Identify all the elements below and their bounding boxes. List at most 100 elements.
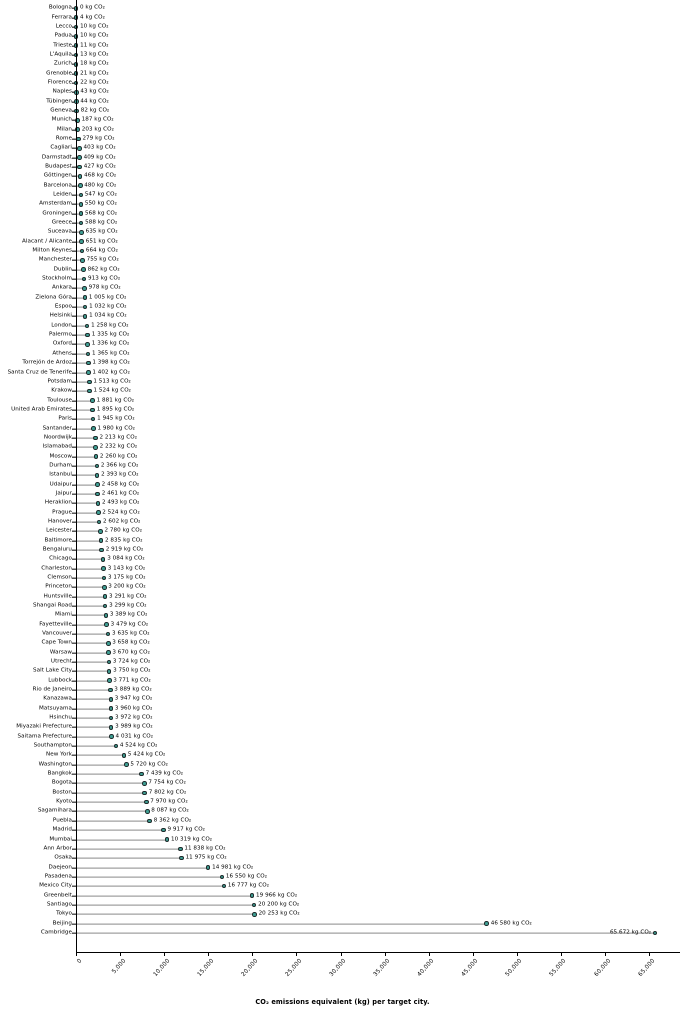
- value-marker-dot[interactable]: [113, 743, 119, 749]
- value-marker-dot[interactable]: [101, 575, 107, 581]
- value-marker-dot[interactable]: [145, 809, 150, 814]
- value-marker-dot[interactable]: [161, 827, 166, 833]
- value-marker-dot[interactable]: [95, 482, 100, 487]
- value-marker-dot[interactable]: [93, 435, 98, 441]
- value-marker-dot[interactable]: [221, 883, 227, 889]
- value-marker-dot[interactable]: [96, 519, 102, 525]
- value-marker-dot[interactable]: [90, 416, 96, 422]
- plot-area: Bologna 0 kg CO₂ Ferrara 4 kg CO₂ Lecco 10 kg…: [0, 0, 685, 950]
- value-marker-dot[interactable]: [102, 594, 108, 599]
- value-marker-dot[interactable]: [106, 678, 112, 684]
- value-marker-dot[interactable]: [93, 444, 98, 450]
- value-marker-dot[interactable]: [252, 911, 257, 917]
- value-marker-dot[interactable]: [85, 342, 91, 347]
- value-marker-dot[interactable]: [79, 239, 85, 245]
- value-label: 3 670 kg CO₂: [112, 649, 150, 656]
- value-marker-dot[interactable]: [82, 286, 87, 291]
- category-label: L'Aquila: [49, 51, 72, 58]
- value-marker-dot[interactable]: [77, 174, 83, 179]
- value-marker-dot[interactable]: [107, 687, 113, 693]
- value-marker-dot[interactable]: [94, 463, 100, 469]
- value-marker-dot[interactable]: [78, 202, 84, 207]
- value-marker-dot[interactable]: [78, 211, 84, 217]
- value-marker-dot[interactable]: [90, 407, 95, 413]
- value-marker-dot[interactable]: [81, 276, 87, 282]
- chart-row: Daejeon 14 981 kg CO₂: [0, 863, 685, 872]
- value-marker-dot[interactable]: [101, 566, 106, 571]
- value-marker-dot[interactable]: [147, 818, 153, 824]
- value-marker-dot[interactable]: [85, 351, 91, 357]
- value-marker-dot[interactable]: [82, 295, 88, 301]
- value-marker-dot[interactable]: [86, 360, 91, 366]
- category-label: Amsterdam: [39, 200, 72, 207]
- x-axis-title: CO₂ emissions equivalent (kg) per target…: [255, 998, 430, 1006]
- value-marker-dot[interactable]: [139, 771, 144, 777]
- value-stem: [76, 764, 127, 766]
- value-marker-dot[interactable]: [82, 314, 88, 319]
- value-marker-dot[interactable]: [87, 388, 92, 394]
- value-marker-dot[interactable]: [79, 230, 84, 235]
- value-marker-dot[interactable]: [251, 902, 257, 908]
- value-marker-dot[interactable]: [93, 454, 99, 459]
- value-label: 19 966 kg CO₂: [256, 892, 298, 899]
- value-stem: [76, 568, 104, 570]
- value-marker-dot[interactable]: [87, 379, 92, 385]
- value-marker-dot[interactable]: [77, 183, 83, 188]
- value-marker-dot[interactable]: [142, 790, 148, 796]
- value-marker-dot[interactable]: [106, 659, 112, 665]
- value-marker-dot[interactable]: [79, 248, 85, 254]
- value-marker-dot[interactable]: [76, 136, 81, 142]
- value-marker-dot[interactable]: [143, 799, 149, 805]
- value-marker-dot[interactable]: [91, 426, 96, 431]
- value-marker-dot[interactable]: [652, 930, 658, 936]
- value-marker-dot[interactable]: [105, 631, 111, 637]
- value-marker-dot[interactable]: [82, 304, 88, 310]
- value-marker-dot[interactable]: [98, 528, 103, 534]
- value-marker-dot[interactable]: [86, 370, 91, 375]
- value-marker-dot[interactable]: [108, 715, 114, 721]
- chart-row: Manchester 755 kg CO₂: [0, 256, 685, 265]
- value-stem: [76, 717, 112, 719]
- value-marker-dot[interactable]: [219, 874, 225, 880]
- value-marker-dot[interactable]: [105, 641, 111, 646]
- value-marker-dot[interactable]: [77, 155, 82, 160]
- value-marker-dot[interactable]: [121, 753, 127, 758]
- value-marker-dot[interactable]: [178, 846, 183, 852]
- category-label: Greece: [51, 219, 72, 226]
- value-marker-dot[interactable]: [84, 323, 90, 329]
- value-marker-dot[interactable]: [98, 538, 104, 543]
- value-label: 8 362 kg CO₂: [153, 817, 192, 824]
- value-marker-dot[interactable]: [106, 650, 111, 655]
- value-marker-dot[interactable]: [109, 734, 114, 740]
- value-marker-dot[interactable]: [205, 865, 211, 870]
- value-marker-dot[interactable]: [484, 921, 490, 926]
- value-marker-dot[interactable]: [78, 192, 84, 198]
- value-marker-dot[interactable]: [108, 725, 114, 730]
- value-marker-dot[interactable]: [78, 220, 84, 226]
- value-marker-dot[interactable]: [81, 267, 86, 273]
- value-marker-dot[interactable]: [108, 706, 114, 712]
- value-marker-dot[interactable]: [77, 146, 82, 151]
- value-marker-dot[interactable]: [95, 491, 100, 497]
- value-marker-dot[interactable]: [102, 603, 108, 609]
- value-marker-dot[interactable]: [179, 855, 184, 861]
- value-marker-dot[interactable]: [249, 893, 255, 898]
- value-marker-dot[interactable]: [90, 398, 95, 403]
- value-marker-dot[interactable]: [103, 613, 109, 618]
- value-marker-dot[interactable]: [104, 622, 109, 627]
- value-marker-dot[interactable]: [85, 332, 91, 338]
- value-marker-dot[interactable]: [95, 500, 101, 506]
- value-marker-dot[interactable]: [80, 258, 85, 263]
- category-label: Bangkok: [47, 770, 72, 777]
- value-marker-dot[interactable]: [164, 837, 170, 842]
- value-marker-dot[interactable]: [124, 762, 129, 768]
- value-marker-dot[interactable]: [101, 585, 107, 590]
- value-marker-dot[interactable]: [99, 547, 105, 553]
- value-marker-dot[interactable]: [108, 697, 114, 702]
- value-marker-dot[interactable]: [95, 510, 101, 515]
- value-marker-dot[interactable]: [94, 472, 100, 478]
- value-marker-dot[interactable]: [77, 164, 83, 170]
- value-marker-dot[interactable]: [100, 557, 106, 562]
- value-marker-dot[interactable]: [142, 781, 147, 786]
- value-marker-dot[interactable]: [106, 669, 112, 674]
